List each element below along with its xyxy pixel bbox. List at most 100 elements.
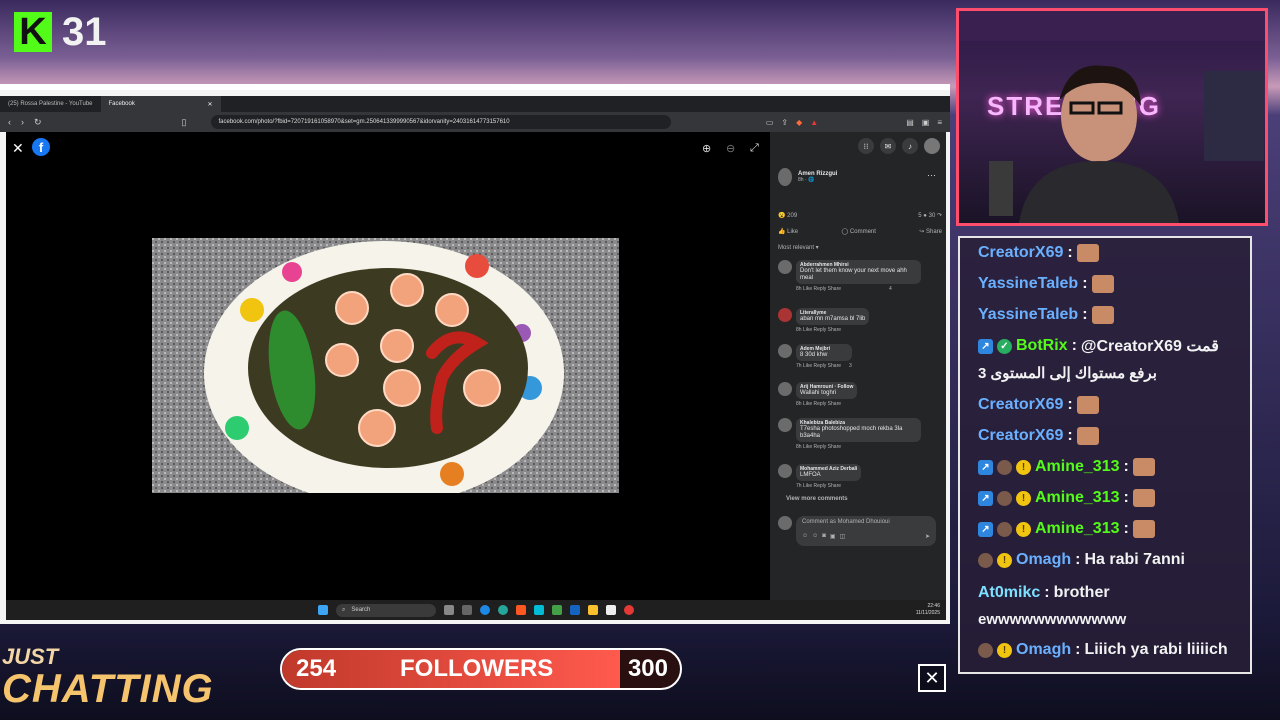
like-label: Like bbox=[787, 229, 799, 235]
comment-actions[interactable]: 8h Like Reply Share bbox=[796, 327, 869, 333]
zoom-in-icon[interactable]: ⊕ bbox=[702, 142, 711, 155]
comment-actions[interactable]: 8h Like Reply Share 4 bbox=[796, 286, 921, 292]
chat-username[interactable]: Omagh bbox=[1016, 641, 1071, 659]
shares-count[interactable]: 30 bbox=[929, 213, 936, 219]
close-icon[interactable]: ✕ bbox=[207, 101, 212, 108]
chat-username[interactable]: Amine_313 bbox=[1035, 520, 1120, 538]
task-view-icon[interactable] bbox=[444, 605, 454, 615]
app-icon[interactable] bbox=[570, 605, 580, 615]
commenter-avatar[interactable] bbox=[778, 308, 792, 322]
chat-username[interactable]: CreatorX69 bbox=[978, 244, 1063, 262]
comment-actions[interactable]: 8h Like Reply Share bbox=[796, 444, 921, 450]
bot-badge-icon: ↗ bbox=[978, 338, 993, 354]
emoji-icon[interactable]: ☺ bbox=[812, 533, 818, 540]
chat-username[interactable]: YassineTaleb bbox=[978, 275, 1078, 293]
tab-youtube[interactable]: (25) Rossa Palestine - YouTube bbox=[0, 96, 101, 112]
comments-count[interactable]: 5 bbox=[918, 213, 921, 219]
author-avatar[interactable] bbox=[778, 168, 792, 186]
commenter-avatar[interactable] bbox=[778, 464, 792, 478]
taskbar-search[interactable]: ⌕ Search bbox=[336, 603, 436, 617]
windows-start-icon[interactable] bbox=[318, 605, 328, 615]
reactions-count-label[interactable]: 209 bbox=[787, 213, 797, 219]
store-icon[interactable] bbox=[606, 605, 616, 615]
comment-actions[interactable]: 8h Like Reply Share bbox=[796, 401, 857, 407]
brave-shield-icon[interactable]: ◆ bbox=[796, 118, 802, 127]
chat-username[interactable]: Omagh bbox=[1016, 551, 1071, 569]
commenter-avatar[interactable] bbox=[778, 418, 792, 432]
sidebar-icon[interactable]: ▤ bbox=[906, 118, 914, 127]
send-icon[interactable]: ➤ bbox=[925, 533, 930, 540]
profile-avatar[interactable] bbox=[924, 138, 940, 154]
reload-icon[interactable]: ↻ bbox=[34, 117, 42, 128]
comment-meta[interactable]: 8h Like Reply Share bbox=[796, 444, 841, 450]
file-icon[interactable] bbox=[462, 605, 472, 615]
chat-username[interactable]: Amine_313 bbox=[1035, 489, 1120, 507]
chat-username[interactable]: CreatorX69 bbox=[978, 427, 1063, 445]
close-icon[interactable]: ✕ bbox=[12, 140, 24, 157]
sticker-icon[interactable]: ◫ bbox=[840, 533, 846, 540]
comment-actions[interactable]: 7h Like Reply Share 3 bbox=[796, 363, 852, 369]
chat-username[interactable]: YassineTaleb bbox=[978, 306, 1078, 324]
fullscreen-icon[interactable]: ⤢ bbox=[750, 142, 759, 155]
messenger-icon[interactable]: ✉ bbox=[880, 138, 896, 154]
extension-icon[interactable]: ▭ bbox=[766, 118, 774, 127]
chat-username[interactable]: At0mikc bbox=[978, 584, 1040, 602]
comment-share-counts: 5 ● 30 ↷ bbox=[918, 213, 942, 219]
comment-button[interactable]: ◯ Comment bbox=[842, 228, 876, 235]
like-button[interactable]: 👍 Like bbox=[778, 228, 798, 235]
share-button[interactable]: ↪ Share bbox=[919, 228, 942, 235]
comment-meta[interactable]: 8h Like Reply Share bbox=[796, 401, 841, 407]
sort-dropdown[interactable]: Most relevant ▾ bbox=[778, 244, 819, 251]
folder-icon[interactable] bbox=[588, 605, 598, 615]
browser-icon[interactable] bbox=[498, 605, 508, 615]
tab-facebook[interactable]: Facebook ✕ bbox=[100, 96, 221, 112]
chat-emote-icon bbox=[1132, 489, 1155, 507]
chat-username[interactable]: CreatorX69 bbox=[978, 396, 1063, 414]
forward-icon[interactable]: › bbox=[21, 117, 24, 127]
notifications-icon[interactable]: ♪ bbox=[902, 138, 918, 154]
wallet-icon[interactable]: ▣ bbox=[922, 118, 930, 127]
back-icon[interactable]: ‹ bbox=[8, 117, 11, 127]
chat-message: ! Omagh : Ha rabi 7anni bbox=[978, 551, 1248, 569]
verified-badge-icon: ✓ bbox=[997, 338, 1012, 354]
gif-icon[interactable]: ▣ bbox=[830, 533, 836, 540]
taskbar-clock[interactable]: 22:46 11/11/2025 bbox=[916, 603, 940, 617]
bot-badge-icon: ↗ bbox=[978, 459, 993, 475]
chat-username[interactable]: Amine_313 bbox=[1035, 458, 1120, 476]
comment-meta[interactable]: 7h Like Reply Share bbox=[796, 363, 841, 369]
avatar-sticker-icon[interactable]: ☺ bbox=[802, 533, 808, 540]
facebook-logo-icon[interactable]: f bbox=[32, 138, 50, 156]
chat-text: Liiich ya rabi liiiich bbox=[1084, 641, 1228, 658]
chat-text: brother bbox=[1053, 584, 1110, 601]
search-icon: ⌕ bbox=[342, 606, 346, 613]
chat-separator: : bbox=[1123, 520, 1129, 537]
commenter-avatar[interactable] bbox=[778, 344, 792, 358]
app-icon[interactable] bbox=[534, 605, 544, 615]
comment-meta[interactable]: 7h Like Reply Share bbox=[796, 483, 841, 489]
bookmark-icon[interactable]: ▯ bbox=[182, 117, 187, 128]
chat-username[interactable]: BotRix bbox=[1016, 337, 1068, 355]
camera-icon[interactable]: ◙ bbox=[822, 533, 826, 540]
menu-icon[interactable]: ≡ bbox=[937, 118, 942, 127]
level-badge-icon: ! bbox=[997, 642, 1012, 658]
brave-icon[interactable] bbox=[516, 605, 526, 615]
commenter-avatar[interactable] bbox=[778, 260, 792, 274]
close-icon[interactable]: ✕ bbox=[918, 664, 946, 692]
apps-icon[interactable]: ⁝⁝ bbox=[858, 138, 874, 154]
zoom-out-icon[interactable]: ⊖ bbox=[726, 142, 735, 155]
share-icon[interactable]: ⇪ bbox=[781, 118, 788, 127]
rewards-icon[interactable]: ▲ bbox=[810, 118, 818, 127]
obs-icon[interactable] bbox=[624, 605, 634, 615]
comment-input[interactable]: Comment as Mohamed Dhouioui bbox=[802, 519, 930, 525]
post-photo[interactable] bbox=[152, 238, 619, 493]
comment-meta[interactable]: 8h Like Reply Share bbox=[796, 286, 841, 292]
url-field[interactable]: facebook.com/photo/?fbid=720719161058970… bbox=[210, 115, 671, 129]
followers-current: 254 bbox=[296, 655, 337, 682]
commenter-avatar[interactable] bbox=[778, 382, 792, 396]
app-icon[interactable] bbox=[552, 605, 562, 615]
edge-icon[interactable] bbox=[480, 605, 490, 615]
comment-actions[interactable]: 7h Like Reply Share bbox=[796, 483, 861, 489]
comment-meta[interactable]: 8h Like Reply Share bbox=[796, 327, 841, 333]
more-options-icon[interactable]: ··· bbox=[927, 170, 936, 180]
view-more-comments-link[interactable]: View more comments bbox=[786, 496, 848, 502]
